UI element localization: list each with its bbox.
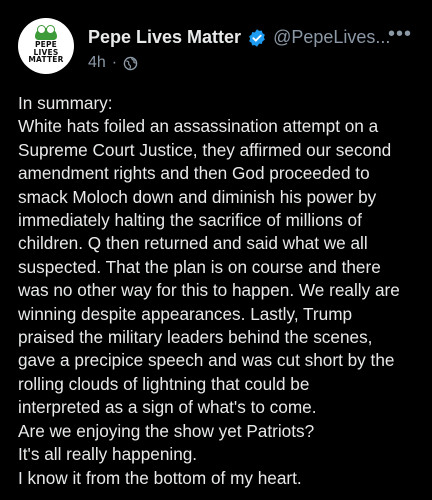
post-time[interactable]: 4h: [88, 54, 106, 72]
post-body-line: was no other way for this to happen. We …: [18, 280, 400, 301]
avatar[interactable]: PEPE LIVES MATTER: [18, 18, 74, 74]
post-body-line: In summary:: [18, 93, 113, 113]
post-meta: 4h ·: [88, 54, 138, 72]
post-body-line: immediately halting the sacrifice of mil…: [18, 210, 362, 231]
post-body-line: White hats foiled an assassination attem…: [18, 116, 379, 137]
post-body-line: suspected. That the plan is on course an…: [18, 256, 381, 277]
meta-separator: ·: [111, 54, 118, 71]
post-body: In summary: White hats foiled an assassi…: [18, 92, 422, 490]
post-body-line: amendment rights and then God proceeded …: [18, 163, 370, 184]
author-row: Pepe Lives Matter @PepeLives...: [88, 27, 390, 48]
post-card: PEPE LIVES MATTER Pepe Lives Matter @Pep…: [0, 0, 432, 500]
more-options-icon[interactable]: •••: [388, 24, 412, 44]
post-body-line: Are we enjoying the show yet Patriots?: [18, 420, 315, 441]
post-body-line: praised the military leaders behind the …: [18, 327, 373, 348]
author-handle[interactable]: @PepeLives...: [273, 27, 390, 48]
post-body-line: It's all really happening.: [18, 444, 198, 465]
post-body-line: Supreme Court Justice, they affirmed our…: [18, 139, 392, 160]
post-body-line: gave a precipice speech and was cut shor…: [18, 350, 395, 371]
avatar-logo-text-3: MATTER: [28, 55, 64, 65]
post-body-line: children. Q then returned and said what …: [18, 233, 368, 254]
verified-badge-icon: [247, 28, 267, 48]
post-body-line: interpreted as a sign of what's to come.: [18, 397, 317, 418]
post-body-line: rolling clouds of lightning that could b…: [18, 373, 310, 394]
post-body-line: smack Moloch down and diminish his power…: [18, 186, 377, 207]
post-body-line: I know it from the bottom of my heart.: [18, 467, 302, 488]
frog-logo-icon: [35, 25, 57, 41]
post-body-line: winning despite appearances. Lastly, Tru…: [18, 303, 353, 324]
globe-icon: [123, 56, 138, 71]
author-display-name[interactable]: Pepe Lives Matter: [88, 27, 241, 48]
